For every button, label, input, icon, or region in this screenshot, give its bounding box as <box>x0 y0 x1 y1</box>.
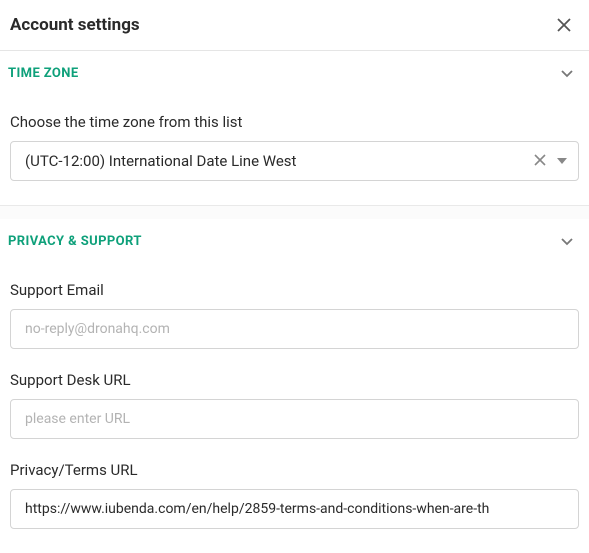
close-button[interactable] <box>553 14 575 36</box>
section-body-privacy: Support Email Support Desk URL Privacy/T… <box>0 263 589 553</box>
privacy-terms-url-input[interactable] <box>10 489 579 529</box>
chevron-down-icon <box>559 233 575 249</box>
support-email-input[interactable] <box>10 309 579 349</box>
caret-down-icon <box>552 155 568 167</box>
section-divider <box>0 205 589 219</box>
section-header-privacy[interactable]: PRIVACY & SUPPORT <box>0 219 589 263</box>
modal-header: Account settings <box>0 0 589 51</box>
page-title: Account settings <box>10 15 140 35</box>
clear-button[interactable] <box>528 152 552 170</box>
field-privacy-terms-url: Privacy/Terms URL <box>10 461 579 529</box>
section-body-timezone: Choose the time zone from this list (UTC… <box>0 95 589 205</box>
close-icon <box>556 17 572 33</box>
section-title-timezone: TIME ZONE <box>8 66 79 81</box>
field-support-desk-url: Support Desk URL <box>10 371 579 439</box>
x-icon <box>534 154 546 166</box>
timezone-field-label: Choose the time zone from this list <box>10 113 579 131</box>
section-title-privacy: PRIVACY & SUPPORT <box>8 234 142 249</box>
support-desk-url-input[interactable] <box>10 399 579 439</box>
support-email-label: Support Email <box>10 281 579 299</box>
field-support-email: Support Email <box>10 281 579 349</box>
timezone-select-value: (UTC-12:00) International Date Line West <box>25 152 528 170</box>
chevron-down-icon <box>559 65 575 81</box>
privacy-terms-url-label: Privacy/Terms URL <box>10 461 579 479</box>
section-header-timezone[interactable]: TIME ZONE <box>0 51 589 95</box>
timezone-select[interactable]: (UTC-12:00) International Date Line West <box>10 141 579 181</box>
support-desk-url-label: Support Desk URL <box>10 371 579 389</box>
